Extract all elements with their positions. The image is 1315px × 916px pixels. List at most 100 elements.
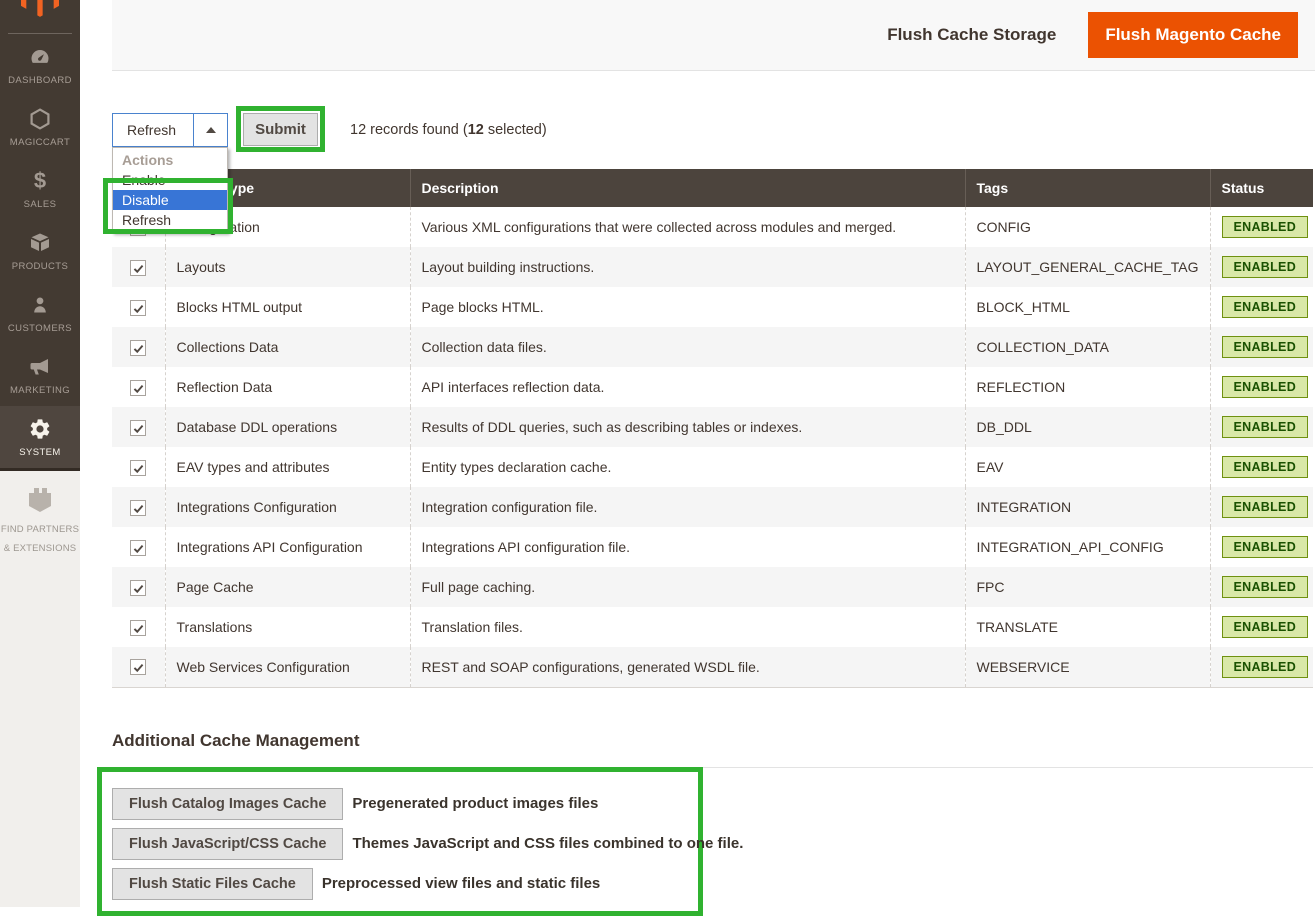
row-checkbox-cell bbox=[112, 567, 165, 607]
tag-cell: CONFIG bbox=[965, 207, 1210, 247]
additional-action-row: Flush Catalog Images Cache Pregenerated … bbox=[112, 788, 698, 820]
sidebar-item-label: SYSTEM bbox=[19, 447, 60, 458]
table-row: Blocks HTML output Page blocks HTML. BLO… bbox=[112, 287, 1313, 327]
status-badge: ENABLED bbox=[1222, 656, 1309, 678]
select-arrow-button[interactable] bbox=[193, 114, 227, 146]
row-checkbox[interactable] bbox=[130, 260, 146, 276]
description-cell: Results of DDL queries, such as describi… bbox=[410, 407, 965, 447]
annotation-box-additional-actions: Flush Catalog Images Cache Pregenerated … bbox=[97, 767, 703, 916]
dropdown-option-enable[interactable]: Enable bbox=[113, 170, 227, 190]
status-cell: ENABLED bbox=[1210, 407, 1313, 447]
flush-cache-button[interactable]: Flush Static Files Cache bbox=[112, 868, 313, 900]
sidebar-item-label: MAGICCART bbox=[10, 137, 70, 148]
status-cell: ENABLED bbox=[1210, 487, 1313, 527]
submit-button[interactable]: Submit bbox=[243, 113, 318, 146]
flush-cache-description: Preprocessed view files and static files bbox=[322, 875, 600, 892]
row-checkbox[interactable] bbox=[130, 380, 146, 396]
sidebar-item-dashboard[interactable]: DASHBOARD bbox=[0, 34, 80, 96]
grid-toolbar: Refresh ActionsEnableDisableRefresh Subm… bbox=[112, 113, 1313, 147]
cache-type-cell: Web Services Configuration bbox=[165, 647, 410, 687]
tag-cell: COLLECTION_DATA bbox=[965, 327, 1210, 367]
cache-type-cell: Blocks HTML output bbox=[165, 287, 410, 327]
cache-type-cell: EAV types and attributes bbox=[165, 447, 410, 487]
additional-action-row: Flush JavaScript/CSS Cache Themes JavaSc… bbox=[112, 828, 698, 860]
flush-cache-button[interactable]: Flush Catalog Images Cache bbox=[112, 788, 343, 820]
column-header-description[interactable]: Description bbox=[410, 169, 965, 207]
column-header-tags[interactable]: Tags bbox=[965, 169, 1210, 207]
tag-cell: INTEGRATION_API_CONFIG bbox=[965, 527, 1210, 567]
sidebar-item-customers[interactable]: CUSTOMERS bbox=[0, 282, 80, 344]
magento-logo-icon bbox=[21, 0, 59, 17]
row-checkbox[interactable] bbox=[130, 500, 146, 516]
description-cell: Page blocks HTML. bbox=[410, 287, 965, 327]
main-area: Flush Cache Storage Flush Magento Cache … bbox=[80, 0, 1315, 907]
cache-type-cell: Database DDL operations bbox=[165, 407, 410, 447]
sidebar-item-magiccart[interactable]: MAGICCART bbox=[0, 96, 80, 158]
status-badge: ENABLED bbox=[1222, 536, 1309, 558]
flush-magento-cache-button[interactable]: Flush Magento Cache bbox=[1088, 12, 1298, 58]
description-cell: Various XML configurations that were col… bbox=[410, 207, 965, 247]
sidebar-item-system[interactable]: SYSTEM bbox=[0, 406, 80, 468]
description-cell: Collection data files. bbox=[410, 327, 965, 367]
row-checkbox-cell bbox=[112, 527, 165, 567]
flush-cache-storage-button[interactable]: Flush Cache Storage bbox=[887, 25, 1056, 45]
status-badge: ENABLED bbox=[1222, 216, 1309, 238]
status-badge: ENABLED bbox=[1222, 496, 1309, 518]
status-badge: ENABLED bbox=[1222, 296, 1309, 318]
sidebar-item-label: SALES bbox=[24, 199, 57, 210]
dropdown-option-refresh[interactable]: Refresh bbox=[113, 210, 227, 230]
row-checkbox[interactable] bbox=[130, 420, 146, 436]
tag-cell: BLOCK_HTML bbox=[965, 287, 1210, 327]
tag-cell: INTEGRATION bbox=[965, 487, 1210, 527]
mass-action-select[interactable]: Refresh bbox=[112, 113, 228, 147]
sidebar-item-find-partners[interactable]: FIND PARTNERS & EXTENSIONS bbox=[0, 471, 80, 556]
row-checkbox[interactable] bbox=[130, 620, 146, 636]
row-checkbox-cell bbox=[112, 367, 165, 407]
table-row: Web Services Configuration REST and SOAP… bbox=[112, 647, 1313, 687]
additional-cache-section: Additional Cache Management Flush Catalo… bbox=[112, 731, 1313, 916]
row-checkbox-cell bbox=[112, 247, 165, 287]
table-row: Integrations Configuration Integration c… bbox=[112, 487, 1313, 527]
row-checkbox[interactable] bbox=[130, 340, 146, 356]
table-row: Configuration Various XML configurations… bbox=[112, 207, 1313, 247]
description-cell: Integration configuration file. bbox=[410, 487, 965, 527]
flush-cache-button[interactable]: Flush JavaScript/CSS Cache bbox=[112, 828, 343, 860]
row-checkbox[interactable] bbox=[130, 659, 146, 675]
status-cell: ENABLED bbox=[1210, 287, 1313, 327]
table-row: Database DDL operations Results of DDL q… bbox=[112, 407, 1313, 447]
additional-actions: Flush Catalog Images Cache Pregenerated … bbox=[112, 788, 698, 900]
cache-type-cell: Layouts bbox=[165, 247, 410, 287]
tag-cell: REFLECTION bbox=[965, 367, 1210, 407]
status-cell: ENABLED bbox=[1210, 447, 1313, 487]
tag-cell: WEBSERVICE bbox=[965, 647, 1210, 687]
sidebar-item-marketing[interactable]: MARKETING bbox=[0, 344, 80, 406]
status-badge: ENABLED bbox=[1222, 256, 1309, 278]
row-checkbox[interactable] bbox=[130, 580, 146, 596]
table-row: Integrations API Configuration Integrati… bbox=[112, 527, 1313, 567]
dropdown-option-actions[interactable]: Actions bbox=[113, 150, 227, 170]
sidebar-item-sales[interactable]: $ SALES bbox=[0, 158, 80, 220]
row-checkbox[interactable] bbox=[130, 540, 146, 556]
dropdown-option-disable[interactable]: Disable bbox=[113, 190, 227, 210]
table-row: Layouts Layout building instructions. LA… bbox=[112, 247, 1313, 287]
sidebar-item-products[interactable]: PRODUCTS bbox=[0, 220, 80, 282]
records-found-text: 12 records found (12 selected) bbox=[350, 113, 547, 147]
selected-count: 12 bbox=[468, 122, 484, 138]
row-checkbox[interactable] bbox=[130, 300, 146, 316]
row-checkbox[interactable] bbox=[130, 460, 146, 476]
table-row: Translations Translation files. TRANSLAT… bbox=[112, 607, 1313, 647]
column-header-status[interactable]: Status bbox=[1210, 169, 1313, 207]
status-badge: ENABLED bbox=[1222, 376, 1309, 398]
cache-type-cell: Translations bbox=[165, 607, 410, 647]
row-checkbox-cell bbox=[112, 327, 165, 367]
magento-logo[interactable] bbox=[0, 0, 80, 18]
status-cell: ENABLED bbox=[1210, 207, 1313, 247]
status-cell: ENABLED bbox=[1210, 247, 1313, 287]
description-cell: API interfaces reflection data. bbox=[410, 367, 965, 407]
flush-cache-description: Themes JavaScript and CSS files combined… bbox=[352, 835, 743, 852]
status-badge: ENABLED bbox=[1222, 576, 1309, 598]
row-checkbox-cell bbox=[112, 607, 165, 647]
status-cell: ENABLED bbox=[1210, 327, 1313, 367]
hexagon-icon bbox=[28, 106, 52, 132]
tag-cell: DB_DDL bbox=[965, 407, 1210, 447]
